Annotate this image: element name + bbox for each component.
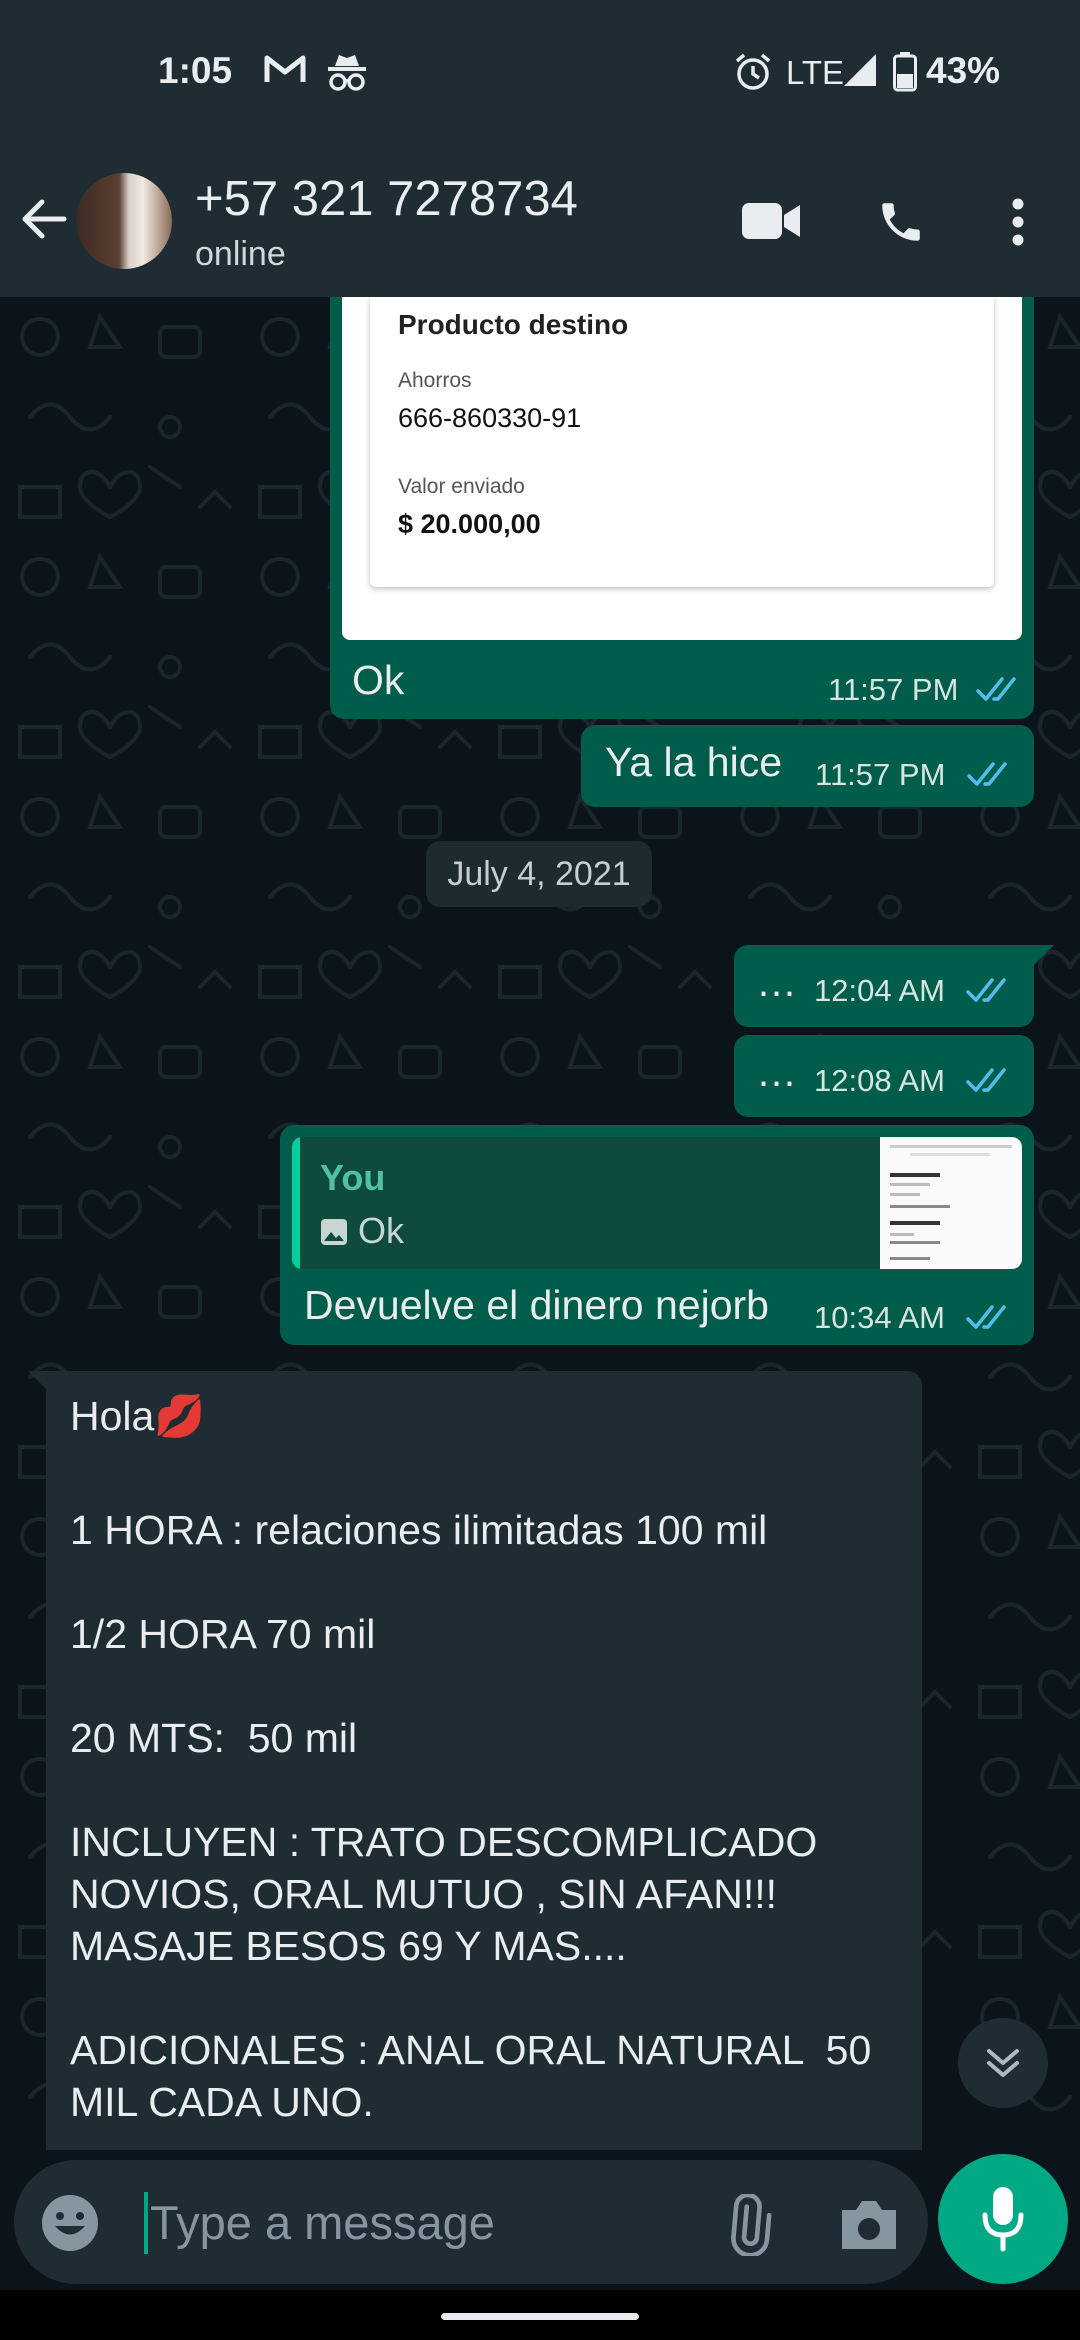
message-text: Devuelve el dinero nejorb <box>304 1282 769 1328</box>
video-call-icon[interactable] <box>742 201 800 241</box>
message-line: INCLUYEN : TRATO DESCOMPLICADO <box>70 1819 818 1865</box>
incoming-message[interactable]: Hola💋 1 HORA : relaciones ilimitadas 100… <box>46 1371 922 2150</box>
bubble-tail <box>28 1371 48 1391</box>
home-indicator[interactable] <box>441 2313 639 2320</box>
incognito-icon <box>328 55 366 91</box>
receipt-amount-value: $ 20.000,00 <box>398 509 541 539</box>
status-time: 1:05 <box>158 50 233 91</box>
outgoing-message[interactable]: … 12:08 AM <box>734 1035 1034 1117</box>
message-line: 1 HORA : relaciones ilimitadas 100 mil <box>70 1507 768 1553</box>
network-type: LTE <box>786 54 845 91</box>
quote-thumbnail <box>880 1137 1022 1269</box>
voice-call-icon[interactable] <box>876 197 926 247</box>
message-line: ADICIONALES : ANAL ORAL NATURAL 50 <box>70 2027 872 2073</box>
receipt-heading: Producto destino <box>398 309 629 340</box>
receipt-account-value: 666-860330-91 <box>398 403 582 433</box>
gmail-icon <box>264 55 306 82</box>
status-bar: 1:05 LTE 43% <box>0 0 1080 145</box>
read-ticks-icon <box>966 1305 1006 1329</box>
outgoing-message[interactable]: Ya la hice 11:57 PM <box>581 725 1034 807</box>
chat-area[interactable]: Producto destino Ahorros 666-860330-91 V… <box>0 297 1080 2150</box>
receipt-amount-label: Valor enviado <box>398 475 525 498</box>
receipt-account-label: Ahorros <box>398 369 472 392</box>
image-caption: Ok <box>352 657 405 703</box>
quote-author: You <box>320 1157 386 1198</box>
receipt-card: Producto destino Ahorros 666-860330-91 V… <box>370 297 994 587</box>
message-text: … <box>756 1049 797 1095</box>
battery-level: 43% <box>926 50 1001 91</box>
image-icon <box>321 1219 347 1245</box>
chat-header: +57 321 7278734 online <box>0 145 1080 297</box>
alarm-icon <box>735 53 771 90</box>
mic-icon <box>982 2187 1024 2252</box>
message-line: Hola💋 <box>70 1393 206 1439</box>
reply-message[interactable]: You Ok Devuelve el dinero nejorb 10:34 A… <box>280 1125 1034 1345</box>
avatar[interactable] <box>76 173 172 269</box>
message-line: 20 MTS: 50 mil <box>70 1715 358 1761</box>
image-message[interactable]: Producto destino Ahorros 666-860330-91 V… <box>330 297 1034 719</box>
message-time: 11:57 PM <box>828 672 959 707</box>
message-time: 11:57 PM <box>815 757 946 792</box>
read-ticks-icon <box>966 1068 1006 1092</box>
message-input-container[interactable] <box>14 2160 928 2284</box>
back-arrow-icon[interactable] <box>18 193 70 245</box>
contact-status: online <box>195 235 286 273</box>
message-line: MASAJE BESOS 69 Y MAS.... <box>70 1923 627 1969</box>
contact-name[interactable]: +57 321 7278734 <box>195 171 578 227</box>
read-ticks-icon <box>967 762 1007 786</box>
message-time: 10:34 AM <box>814 1300 945 1335</box>
signal-icon <box>844 54 876 86</box>
message-line: NOVIOS, ORAL MUTUO , SIN AFAN!!! <box>70 1871 777 1917</box>
battery-icon <box>893 52 917 92</box>
attach-icon[interactable] <box>716 2194 778 2256</box>
message-line: 1/2 HORA 70 mil <box>70 1611 376 1657</box>
scroll-to-bottom-button[interactable] <box>958 2018 1048 2108</box>
date-divider: July 4, 2021 <box>426 841 652 907</box>
emoji-icon[interactable] <box>40 2193 100 2253</box>
message-text: Ya la hice <box>605 739 783 785</box>
message-time: 12:04 AM <box>814 973 945 1008</box>
quote-bar <box>292 1137 300 1269</box>
quoted-message[interactable]: You Ok <box>292 1137 1022 1269</box>
more-options-icon[interactable] <box>1010 197 1026 247</box>
camera-icon[interactable] <box>838 2198 900 2252</box>
message-text: … <box>756 959 797 1005</box>
double-chevron-down-icon <box>987 2049 1019 2077</box>
mic-button[interactable] <box>938 2154 1068 2284</box>
message-input[interactable] <box>132 2186 710 2258</box>
bubble-tail <box>1034 945 1054 965</box>
quote-text: Ok <box>358 1210 405 1251</box>
message-line: MIL CADA UNO. <box>70 2079 374 2125</box>
receipt-image[interactable]: Producto destino Ahorros 666-860330-91 V… <box>342 297 1022 640</box>
read-ticks-icon <box>976 677 1016 701</box>
outgoing-message[interactable]: … 12:04 AM <box>734 945 1034 1027</box>
message-time: 12:08 AM <box>814 1063 945 1098</box>
read-ticks-icon <box>966 978 1006 1002</box>
